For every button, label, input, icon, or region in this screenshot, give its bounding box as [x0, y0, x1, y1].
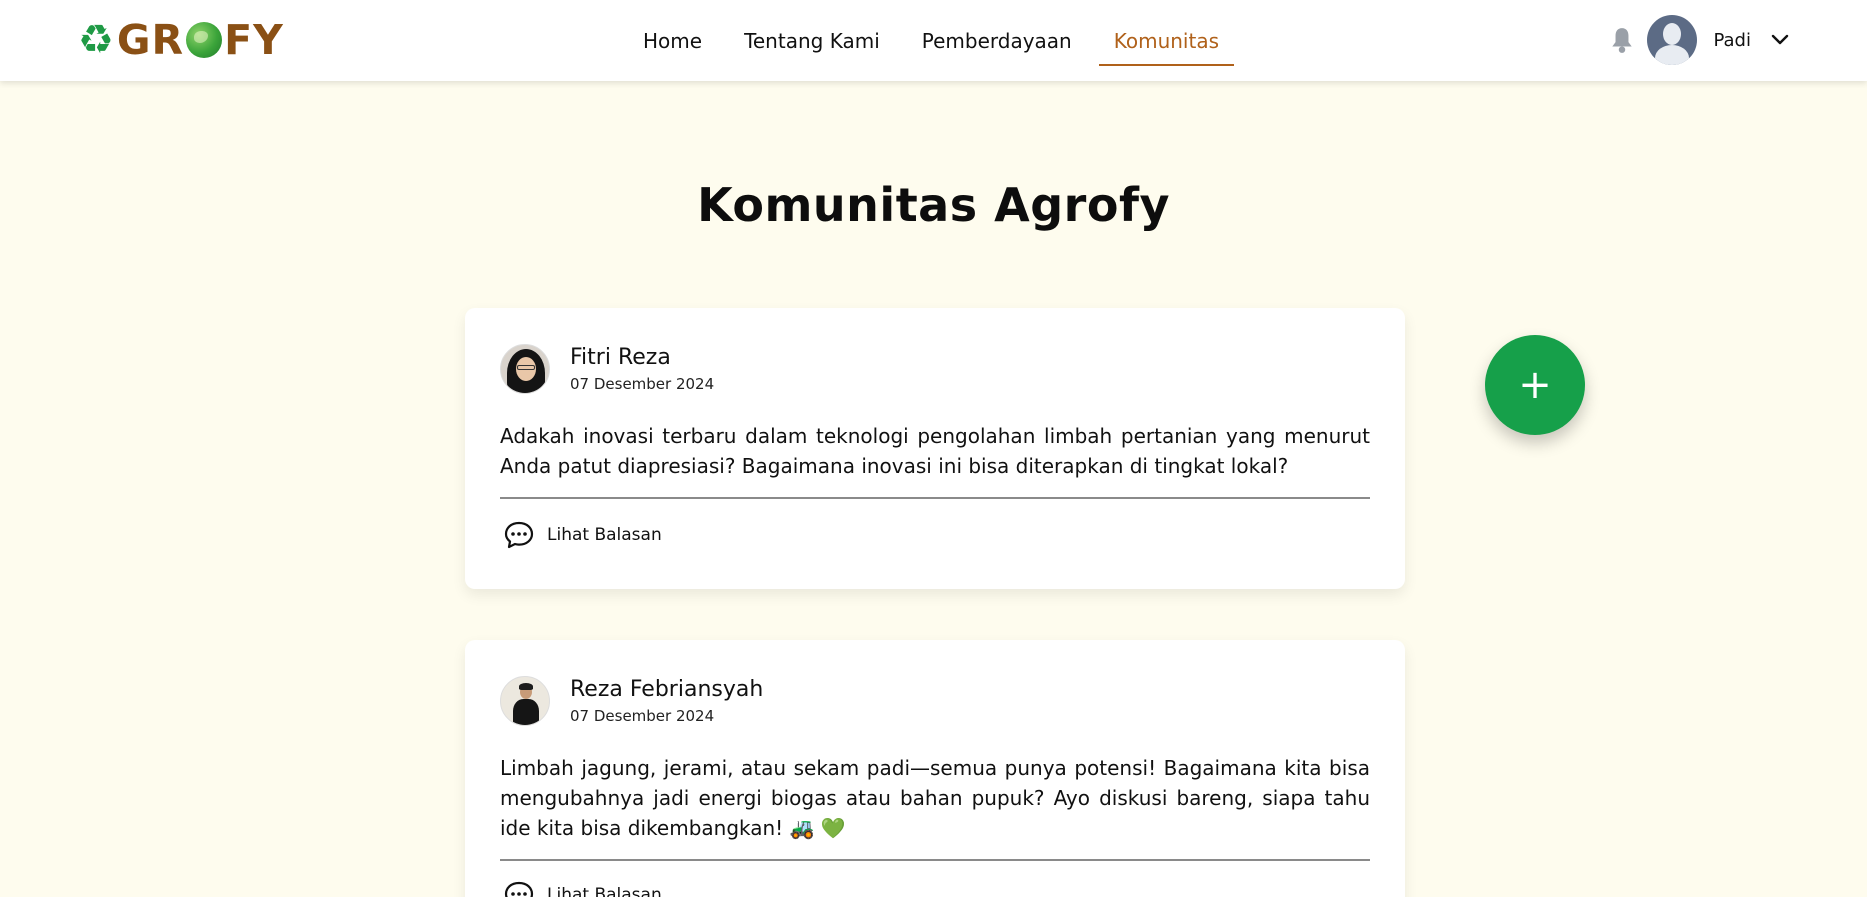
nav-komunitas[interactable]: Komunitas: [1098, 0, 1235, 81]
navbar: ♻ GR FY Home Tentang Kami Pemberdayaan K…: [0, 0, 1867, 81]
view-replies-label: Lihat Balasan: [547, 885, 662, 897]
chat-bubble-icon: [504, 881, 534, 897]
page-title: Komunitas Agrofy: [697, 178, 1170, 232]
author-info: Fitri Reza 07 Desember 2024: [570, 344, 714, 394]
avatar-glasses: [517, 365, 535, 370]
post-content: Adakah inovasi terbaru dalam teknologi p…: [500, 424, 1370, 478]
user-avatar[interactable]: [1647, 15, 1698, 65]
user-menu: Padi: [1609, 14, 1789, 66]
logo-text-gr: GR: [116, 16, 185, 64]
avatar-torso: [513, 699, 539, 725]
plus-icon: +: [1518, 362, 1552, 408]
author-avatar[interactable]: [500, 344, 550, 394]
user-silhouette-body: [1655, 45, 1690, 65]
logo-text-fy: FY: [224, 16, 284, 64]
chevron-down-icon[interactable]: [1771, 34, 1789, 46]
main-nav: Home Tentang Kami Pemberdayaan Komunitas: [643, 0, 1261, 81]
post-divider: [500, 497, 1370, 499]
post-card: Reza Febriansyah 07 Desember 2024 Limbah…: [465, 640, 1405, 897]
post-content: Limbah jagung, jerami, atau sekam padi—s…: [500, 756, 1370, 840]
author-name[interactable]: Fitri Reza: [570, 344, 714, 372]
author-avatar[interactable]: [500, 676, 550, 726]
post-author-row: Reza Febriansyah 07 Desember 2024: [500, 676, 763, 726]
view-replies-button[interactable]: Lihat Balasan: [503, 880, 662, 897]
author-info: Reza Febriansyah 07 Desember 2024: [570, 676, 763, 726]
agrofy-logo[interactable]: ♻ GR FY: [78, 16, 284, 64]
view-replies-label: Lihat Balasan: [547, 525, 662, 545]
author-name[interactable]: Reza Febriansyah: [570, 676, 763, 704]
post-divider: [500, 859, 1370, 861]
avatar-hair: [519, 683, 533, 690]
nav-pemberdayaan[interactable]: Pemberdayaan: [922, 0, 1072, 81]
nav-tentang-kami[interactable]: Tentang Kami: [744, 0, 880, 81]
user-silhouette-icon: [1663, 23, 1682, 45]
view-replies-button[interactable]: Lihat Balasan: [503, 520, 662, 550]
post-card: Fitri Reza 07 Desember 2024 Adakah inova…: [465, 308, 1405, 589]
chat-bubble-icon: [504, 521, 534, 549]
globe-icon: [186, 22, 223, 58]
post-date: 07 Desember 2024: [570, 707, 715, 725]
user-name[interactable]: Padi: [1713, 30, 1751, 51]
recycle-icon: ♻: [78, 17, 115, 63]
add-post-button[interactable]: +: [1485, 335, 1585, 435]
bell-icon[interactable]: [1609, 26, 1635, 54]
post-author-row: Fitri Reza 07 Desember 2024: [500, 344, 714, 394]
post-date: 07 Desember 2024: [570, 375, 715, 393]
nav-home[interactable]: Home: [643, 0, 702, 81]
